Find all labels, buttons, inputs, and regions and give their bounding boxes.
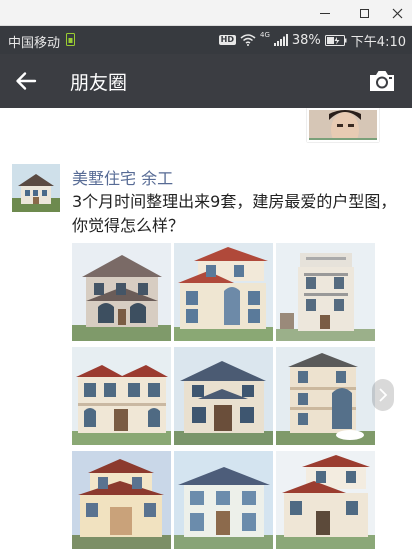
- back-button[interactable]: [12, 67, 40, 95]
- post-text: 3个月时间整理出来9套，建房最爱的户型图，你觉得怎么样？: [72, 192, 397, 235]
- minimize-icon: [320, 12, 330, 14]
- photo-villa-7[interactable]: [72, 451, 171, 549]
- chevron-right-icon: [379, 388, 388, 402]
- cover-avatar-photo: [309, 110, 377, 140]
- back-arrow-icon: [16, 72, 37, 90]
- status-bar: 中国移动 HD 4G 38% 下午4:10: [0, 26, 412, 54]
- photo-grid: [72, 243, 376, 553]
- camera-button[interactable]: [366, 67, 398, 95]
- close-button[interactable]: [382, 0, 412, 26]
- villa-7-image: [72, 451, 171, 549]
- close-icon: [392, 8, 402, 18]
- window-titlebar: [0, 0, 412, 26]
- cover-avatar-image[interactable]: [307, 108, 379, 142]
- villa-4-image: [72, 347, 171, 445]
- author-avatar[interactable]: [12, 164, 60, 212]
- minimize-button[interactable]: [310, 0, 340, 26]
- photo-villa-4[interactable]: [72, 347, 171, 445]
- villa-8-image: [174, 451, 273, 549]
- network-label: 4G: [260, 31, 270, 39]
- status-time: 下午4:10: [350, 34, 406, 50]
- status-indicators: HD 4G 38% 下午4:10: [218, 26, 406, 54]
- villa-3-image: [276, 243, 375, 341]
- villa-9-image: [276, 451, 375, 549]
- author-avatar-image: [12, 164, 60, 212]
- photo-villa-9[interactable]: [276, 451, 375, 549]
- villa-5-image: [174, 347, 273, 445]
- maximize-icon: [359, 8, 369, 18]
- app-header: 朋友圈: [0, 54, 412, 108]
- signal-icon: [273, 34, 288, 46]
- moments-feed[interactable]: 美墅住宅 余工 3个月时间整理出来9套，建房最爱的户型图，你觉得怎么样？: [0, 108, 412, 560]
- battery-icon: [324, 34, 347, 46]
- villa-1-image: [72, 243, 171, 341]
- photo-villa-5[interactable]: [174, 347, 273, 445]
- photo-villa-1[interactable]: [72, 243, 171, 341]
- hd-badge: HD: [218, 35, 236, 45]
- author-name[interactable]: 美墅住宅 余工: [72, 165, 173, 189]
- sim-icon: [66, 33, 75, 46]
- photo-villa-6[interactable]: [276, 347, 375, 445]
- wifi-icon: [240, 34, 256, 46]
- villa-6-image: [276, 347, 375, 445]
- villa-2-image: [174, 243, 273, 341]
- carrier-label: 中国移动: [8, 36, 61, 51]
- photo-villa-2[interactable]: [174, 243, 273, 341]
- camera-icon: [370, 71, 394, 91]
- battery-percent: 38%: [291, 32, 321, 48]
- maximize-button[interactable]: [349, 0, 379, 26]
- photo-villa-8[interactable]: [174, 451, 273, 549]
- next-photo-button[interactable]: [372, 379, 394, 411]
- photo-villa-3[interactable]: [276, 243, 375, 341]
- page-title: 朋友圈: [70, 72, 128, 94]
